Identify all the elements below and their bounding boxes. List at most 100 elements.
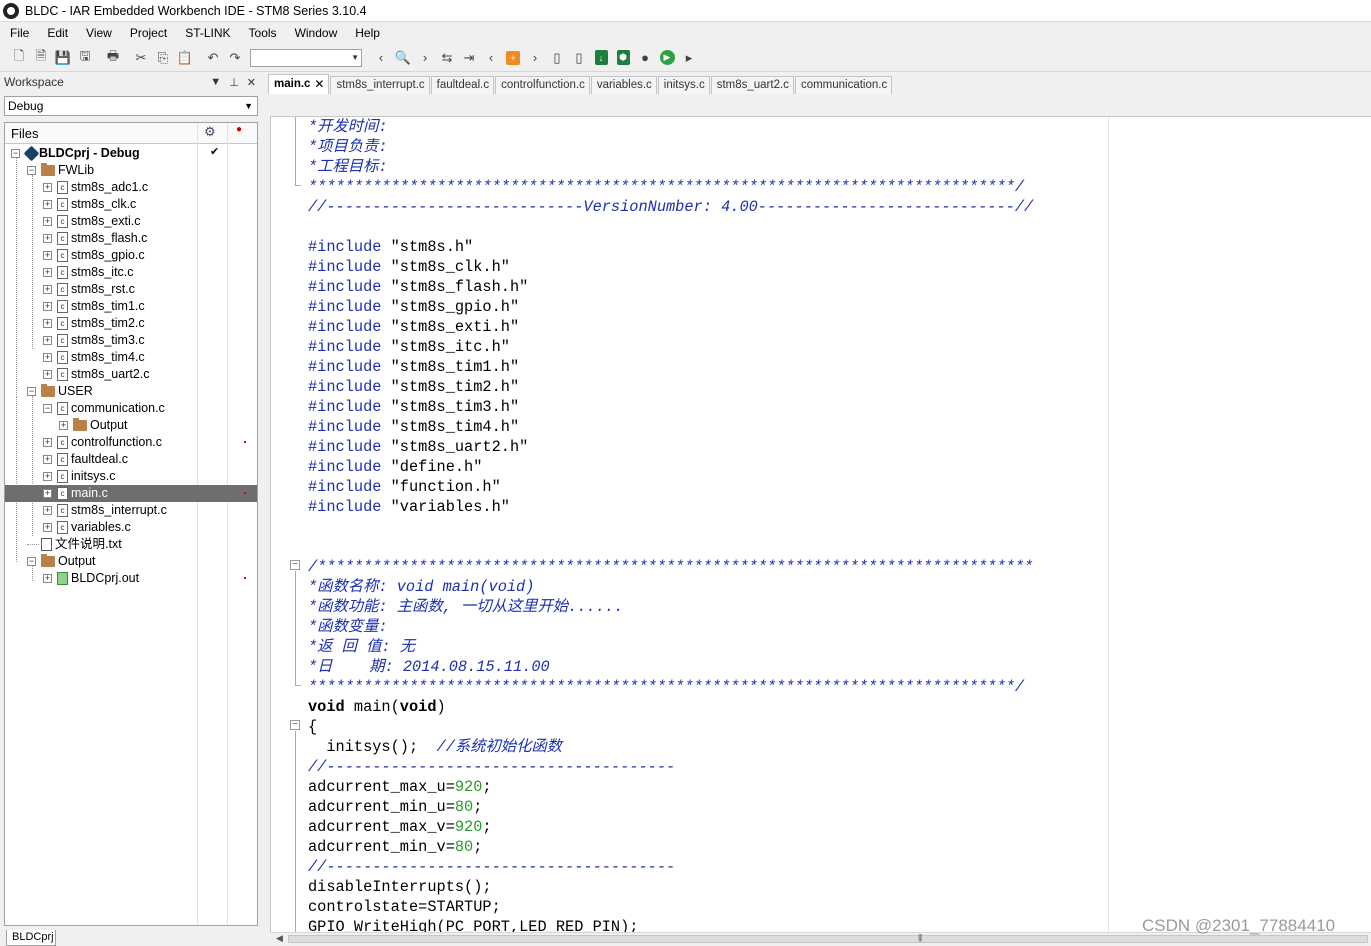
- save-icon[interactable]: 💾: [52, 47, 74, 69]
- bookmark-icon[interactable]: +: [502, 47, 524, 69]
- breakpoint-icon[interactable]: ●: [634, 47, 656, 69]
- tree-item[interactable]: + c stm8s_uart2.c: [5, 366, 257, 383]
- tree-item[interactable]: + c variables.c: [5, 519, 257, 536]
- expand-icon[interactable]: +: [43, 268, 52, 277]
- configuration-select[interactable]: Debug ▼: [4, 96, 258, 116]
- code-editor[interactable]: − − *开发时间: *项目负责: *工程目标: ******************…: [270, 116, 1371, 932]
- tab-stm8s-uart2-c[interactable]: stm8s_uart2.c: [710, 76, 794, 94]
- run-icon[interactable]: ▸: [678, 47, 700, 69]
- tree-item[interactable]: + c main.c: [5, 485, 257, 502]
- dropdown-icon[interactable]: ▼: [210, 76, 221, 89]
- tree-item[interactable]: + BLDCprj.out: [5, 570, 257, 587]
- make-icon[interactable]: ▯: [568, 47, 590, 69]
- fold-toggle-icon[interactable]: −: [290, 720, 300, 730]
- replace-icon[interactable]: ⇆: [436, 47, 458, 69]
- tree-item[interactable]: + c stm8s_itc.c: [5, 264, 257, 281]
- collapse-icon[interactable]: −: [11, 149, 20, 158]
- find-previous-icon[interactable]: ‹: [370, 47, 392, 69]
- menu-help[interactable]: Help: [345, 23, 388, 44]
- tree-item[interactable]: 文件说明.txt: [5, 536, 257, 553]
- tree-item[interactable]: + c controlfunction.c: [5, 434, 257, 451]
- copy-icon[interactable]: ⎘: [152, 47, 174, 69]
- tree-item[interactable]: + Output: [5, 417, 257, 434]
- expand-icon[interactable]: +: [43, 523, 52, 532]
- tree-item[interactable]: + c faultdeal.c: [5, 451, 257, 468]
- tree-item[interactable]: − FWLib: [5, 162, 257, 179]
- menu-project[interactable]: Project: [120, 23, 175, 44]
- expand-icon[interactable]: +: [43, 489, 52, 498]
- menu-view[interactable]: View: [76, 23, 120, 44]
- expand-icon[interactable]: +: [43, 217, 52, 226]
- tree-item[interactable]: + c stm8s_exti.c: [5, 213, 257, 230]
- compile-icon[interactable]: ▯: [546, 47, 568, 69]
- debug-without-download-icon[interactable]: ⬢: [612, 47, 634, 69]
- scrollbar-thumb[interactable]: [288, 935, 1368, 943]
- tree-item[interactable]: + c stm8s_interrupt.c: [5, 502, 257, 519]
- tab-communication-c[interactable]: communication.c: [794, 76, 893, 94]
- tab-faultdeal-c[interactable]: faultdeal.c: [430, 76, 495, 94]
- search-icon[interactable]: 🔍: [392, 47, 414, 69]
- expand-icon[interactable]: +: [43, 336, 52, 345]
- tab-initsys-c[interactable]: initsys.c: [657, 76, 710, 94]
- find-combo[interactable]: ▼: [250, 48, 362, 67]
- collapse-icon[interactable]: −: [43, 404, 52, 413]
- tree-item[interactable]: − c communication.c: [5, 400, 257, 417]
- tree-item[interactable]: + c stm8s_clk.c: [5, 196, 257, 213]
- tree-item[interactable]: + c stm8s_gpio.c: [5, 247, 257, 264]
- expand-icon[interactable]: +: [59, 421, 68, 430]
- expand-icon[interactable]: +: [43, 251, 52, 260]
- tree-item[interactable]: + c stm8s_rst.c: [5, 281, 257, 298]
- menu-window[interactable]: Window: [285, 23, 346, 44]
- navigate-back-icon[interactable]: ‹: [480, 47, 502, 69]
- expand-icon[interactable]: +: [43, 455, 52, 464]
- menu-st-link[interactable]: ST-LINK: [175, 23, 238, 44]
- tree-item[interactable]: + c stm8s_tim2.c: [5, 315, 257, 332]
- new-file-icon[interactable]: 🗋: [8, 47, 30, 69]
- save-all-icon[interactable]: 🖫: [74, 47, 96, 69]
- cut-icon[interactable]: ✂: [130, 47, 152, 69]
- expand-icon[interactable]: +: [43, 234, 52, 243]
- expand-icon[interactable]: +: [43, 353, 52, 362]
- close-icon[interactable]: ✕: [247, 76, 256, 89]
- download-debug-icon[interactable]: ↓: [590, 47, 612, 69]
- go-to-icon[interactable]: ⇥: [458, 47, 480, 69]
- tree-item[interactable]: + c stm8s_tim1.c: [5, 298, 257, 315]
- menu-edit[interactable]: Edit: [37, 23, 76, 44]
- tree-item[interactable]: + c stm8s_tim4.c: [5, 349, 257, 366]
- go-icon[interactable]: ▶: [656, 47, 678, 69]
- tree-item[interactable]: − BLDCprj - Debug ✔: [5, 145, 257, 162]
- tab-main-c[interactable]: main.c ✕: [268, 74, 330, 94]
- collapse-icon[interactable]: −: [27, 557, 36, 566]
- find-next-icon[interactable]: ›: [414, 47, 436, 69]
- expand-icon[interactable]: +: [43, 472, 52, 481]
- expand-icon[interactable]: +: [43, 370, 52, 379]
- print-icon[interactable]: 🖶: [102, 47, 124, 69]
- expand-icon[interactable]: +: [43, 302, 52, 311]
- tab-variables-c[interactable]: variables.c: [590, 76, 657, 94]
- new-document-icon[interactable]: 🗎: [30, 47, 52, 69]
- navigate-forward-icon[interactable]: ›: [524, 47, 546, 69]
- tree-item[interactable]: − Output: [5, 553, 257, 570]
- tree-item[interactable]: + c stm8s_flash.c: [5, 230, 257, 247]
- tab-controlfunction-c[interactable]: controlfunction.c: [495, 76, 590, 94]
- menu-file[interactable]: File: [0, 23, 37, 44]
- paste-icon[interactable]: 📋: [174, 47, 196, 69]
- gear-icon[interactable]: ⚙: [204, 124, 216, 140]
- pin-icon[interactable]: ⊥: [229, 76, 239, 89]
- collapse-icon[interactable]: −: [27, 166, 36, 175]
- expand-icon[interactable]: +: [43, 319, 52, 328]
- expand-icon[interactable]: +: [43, 438, 52, 447]
- expand-icon[interactable]: +: [43, 200, 52, 209]
- scroll-left-icon[interactable]: ◀: [276, 933, 283, 944]
- expand-icon[interactable]: +: [43, 574, 52, 583]
- tree-item[interactable]: + c stm8s_tim3.c: [5, 332, 257, 349]
- close-icon[interactable]: ✕: [314, 75, 324, 94]
- tab-stm8s-interrupt-c[interactable]: stm8s_interrupt.c: [330, 76, 430, 94]
- tree-item[interactable]: − USER: [5, 383, 257, 400]
- tree-item[interactable]: + c stm8s_adc1.c: [5, 179, 257, 196]
- collapse-icon[interactable]: −: [27, 387, 36, 396]
- fold-toggle-icon[interactable]: −: [290, 560, 300, 570]
- menu-tools[interactable]: Tools: [239, 23, 285, 44]
- expand-icon[interactable]: +: [43, 183, 52, 192]
- expand-icon[interactable]: +: [43, 285, 52, 294]
